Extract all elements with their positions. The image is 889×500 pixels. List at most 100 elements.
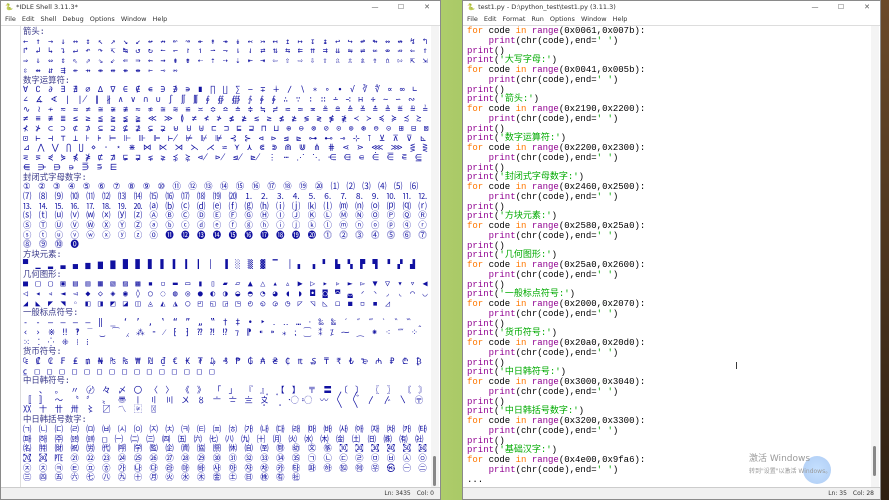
code-token: print xyxy=(467,328,495,339)
code-token: print xyxy=(467,396,495,407)
maximize-button[interactable]: ☐ xyxy=(828,3,854,11)
vertical-scrollbar[interactable] xyxy=(871,26,879,487)
code-token: code xyxy=(483,338,516,348)
code-token: ) xyxy=(612,191,619,202)
section-characters: ㈀ ㈁ ㈂ ㈃ ㈄ ㈅ ㈆ ㈇ ㈈ ㈉ ㈊ ㈋ ㈌ ㈍ ㈎ ㈏ ㈐ ㈑ ㈒ ㈓ … xyxy=(23,423,429,483)
title-bar: 🐍 *IDLE Shell 3.11.3* — ☐ ✕ xyxy=(1,1,440,13)
code-token: ): xyxy=(634,338,646,348)
minimize-button[interactable]: — xyxy=(362,3,388,11)
string-literal: 中日韩符号: xyxy=(504,367,556,378)
line-gutter xyxy=(1,26,21,487)
code-token: ) xyxy=(551,55,558,66)
code-token: code xyxy=(483,26,516,36)
menu-shell[interactable]: Shell xyxy=(40,15,56,23)
code-token: ' ' xyxy=(596,347,613,358)
range-end: 0x007b xyxy=(602,26,635,36)
code-token: code xyxy=(483,104,516,114)
minimize-button[interactable]: — xyxy=(802,3,828,11)
code-token: for xyxy=(467,221,484,231)
code-ellipsis: ... xyxy=(467,474,484,485)
menu-debug[interactable]: Debug xyxy=(62,15,83,23)
code-token: for xyxy=(467,26,484,36)
menu-file[interactable]: File xyxy=(5,15,16,23)
code-token: code xyxy=(483,299,516,309)
code-token: () xyxy=(494,123,505,134)
code-token: code xyxy=(483,143,516,153)
code-token: print xyxy=(467,55,495,66)
column-number: Col: 0 xyxy=(416,490,434,497)
range-end: 0x25a0 xyxy=(602,221,635,231)
string-literal: 几何图形: xyxy=(504,250,547,261)
menu-options[interactable]: Options xyxy=(90,15,115,23)
code-token: ): xyxy=(634,26,646,36)
code-token: ' ' xyxy=(596,464,613,475)
range-start: 0x0061 xyxy=(564,26,597,36)
code-token: (chr(code),end= xyxy=(515,386,597,397)
code-token: ) xyxy=(612,230,619,241)
range-end: 0x2200 xyxy=(602,104,635,114)
menu-format[interactable]: Format xyxy=(502,15,525,23)
code-token: range xyxy=(531,416,559,426)
maximize-button[interactable]: ☐ xyxy=(388,3,414,11)
code-token: print xyxy=(467,211,495,222)
menu-file[interactable]: File xyxy=(467,15,478,23)
code-token: () xyxy=(494,162,505,173)
menu-bar: File Edit Format Run Options Window Help xyxy=(463,13,880,25)
code-token: print xyxy=(488,464,516,475)
code-token: range xyxy=(531,221,559,231)
close-button[interactable]: ✕ xyxy=(854,3,880,11)
code-token: () xyxy=(494,357,505,368)
code-token: () xyxy=(494,201,505,212)
string-literal: 方块元素: xyxy=(504,211,547,222)
code-token: print xyxy=(467,94,495,105)
menu-window[interactable]: Window xyxy=(581,15,607,23)
range-start: 0x2200 xyxy=(564,143,597,153)
code-token: range xyxy=(531,104,559,114)
range-start: 0x2000 xyxy=(564,299,597,309)
code-token: ) xyxy=(612,35,619,46)
code-token: for xyxy=(467,65,484,75)
range-start: 0x3000 xyxy=(564,377,597,387)
range-end: 0x2600 xyxy=(602,260,635,270)
menu-help[interactable]: Help xyxy=(613,15,628,23)
code-token: print xyxy=(488,269,516,280)
menu-window[interactable]: Window xyxy=(121,15,147,23)
code-editor[interactable]: for code in range(0x0061,0x007b): print(… xyxy=(463,25,880,487)
range-end: 0x3300 xyxy=(602,416,635,426)
code-token: print xyxy=(467,45,495,56)
code-token: ) xyxy=(612,113,619,124)
code-token: (chr(code),end= xyxy=(515,464,597,475)
column-number: Col: 28 xyxy=(852,490,874,497)
string-literal: 大写字母: xyxy=(504,55,547,66)
activation-watermark: 激活 Windows 转到"设置"以激活 Windows。 xyxy=(749,451,831,475)
window-title: test1.py - D:\python_test\test1.py (3.11… xyxy=(478,3,616,11)
range-end: 0x20d0 xyxy=(602,338,635,348)
close-button[interactable]: ✕ xyxy=(414,3,440,11)
string-literal: 封闭式字母数字: xyxy=(504,172,574,183)
menu-help[interactable]: Help xyxy=(152,15,167,23)
code-token: (chr(code),end= xyxy=(515,230,597,241)
vertical-scrollbar[interactable] xyxy=(431,26,439,487)
menu-options[interactable]: Options xyxy=(550,15,575,23)
code-token: ' ' xyxy=(596,425,613,436)
code-token: () xyxy=(494,279,505,290)
code-token: ) xyxy=(578,406,585,417)
range-start: 0x3200 xyxy=(564,416,597,426)
menu-run[interactable]: Run xyxy=(531,15,543,23)
shell-output-area[interactable]: 箭头: ← ↑ → ↓ ↔ ↕ ↖ ↗ ↘ ↙ ↚ ↛ ↜ ↝ ↞ ↟ ↠ ↡ ↢… xyxy=(1,25,440,487)
scrollbar-thumb[interactable] xyxy=(873,446,876,476)
code-token: in xyxy=(515,455,527,465)
code-token: ' ' xyxy=(596,308,613,319)
code-token: print xyxy=(488,230,516,241)
code-token: ) xyxy=(551,328,558,339)
watermark-title: 激活 Windows xyxy=(749,454,811,464)
scrollbar-thumb[interactable] xyxy=(433,456,436,486)
code-token: (chr(code),end= xyxy=(515,308,597,319)
menu-edit[interactable]: Edit xyxy=(484,15,497,23)
menu-edit[interactable]: Edit xyxy=(22,15,35,23)
code-token: (chr(code),end= xyxy=(515,152,597,163)
range-end: 0x005b xyxy=(602,65,635,75)
